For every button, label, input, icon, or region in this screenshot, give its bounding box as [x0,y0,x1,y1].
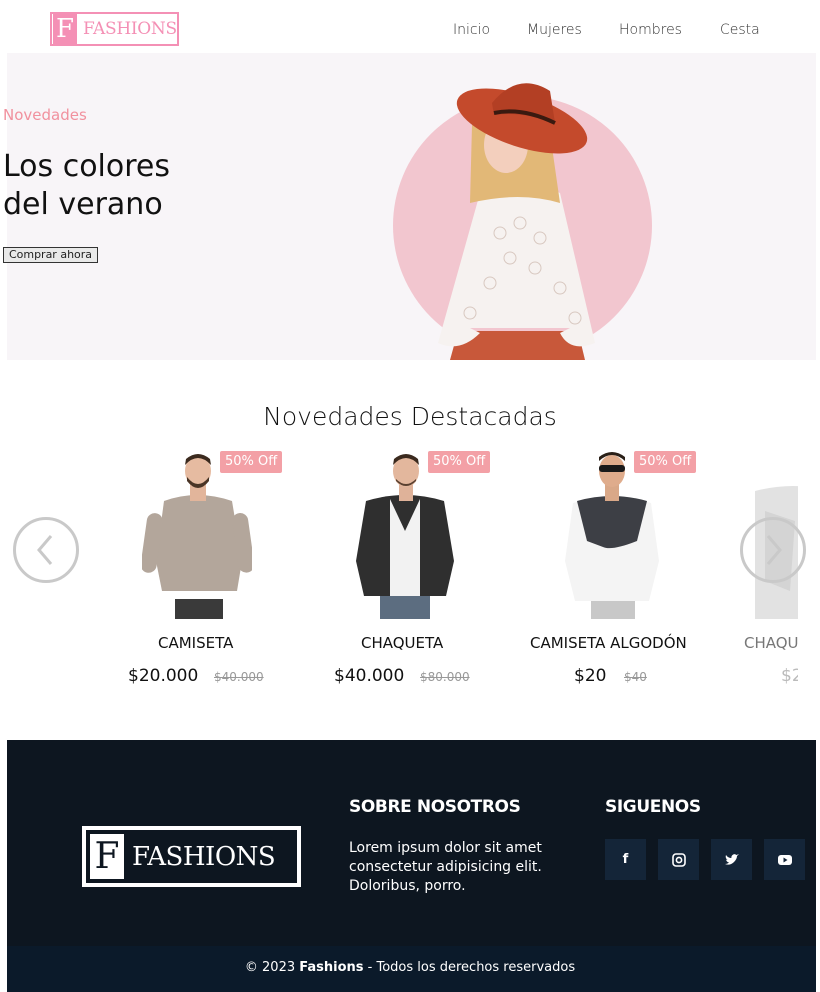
product-price: $20.000 [128,666,199,686]
product-image [356,454,454,619]
footer-logo[interactable]: F FASHIONS [82,826,301,887]
about-title: SOBRE NOSOTROS [349,797,521,817]
nav-hombres[interactable]: Hombres [619,22,682,38]
facebook-icon: f [622,852,629,867]
twitter-button[interactable] [711,839,752,880]
copyright-suffix: - Todos los derechos reservados [363,960,576,975]
section-title: Novedades Destacadas [263,402,557,431]
product-name: CAMISETA [158,634,234,652]
facebook-button[interactable]: f [605,839,646,880]
footer-logo-letter: F [90,834,124,879]
product-name: CHAQU [744,634,798,652]
product-old-price: $40 [624,670,647,684]
nav-mujeres[interactable]: Mujeres [527,22,582,38]
product-old-price: $40.000 [214,670,264,684]
nav-inicio[interactable]: Inicio [453,22,490,38]
hero-title: Los colores del verano [3,148,170,224]
chevron-right-icon [766,535,782,565]
logo-letter: F [53,14,77,44]
discount-badge: 50% Off [220,451,283,473]
product-price: $2 [781,666,798,686]
hero-title-line2: del verano [3,187,163,222]
product-image [565,452,659,619]
hero-kicker: Novedades [3,106,87,124]
next-arrow-button[interactable] [740,517,806,583]
instagram-icon [671,852,686,867]
youtube-button[interactable] [764,839,805,880]
nav-cesta[interactable]: Cesta [720,22,760,38]
product-price: $20 [574,666,607,686]
product-old-price: $80.000 [420,670,470,684]
product-image [142,454,252,619]
product-price: $40.000 [334,666,405,686]
chevron-left-icon [37,535,53,565]
youtube-icon [777,854,792,865]
about-text: Lorem ipsum dolor sit amet consectetur a… [349,840,542,894]
hero-title-line1: Los colores [3,149,171,184]
discount-badge: 50% Off [634,451,697,473]
copyright-prefix: © 2023 [244,960,300,975]
product-name: CHAQUETA [361,634,444,652]
copyright: © 2023 Fashions - Todos los derechos res… [0,960,820,975]
shop-now-button[interactable]: Comprar ahora [3,247,98,263]
footer-logo-name: FASHIONS [132,841,276,872]
copyright-brand: Fashions [299,960,364,975]
discount-badge: 50% Off [428,451,491,473]
twitter-icon [724,853,739,865]
prev-arrow-button[interactable] [13,517,79,583]
brand-logo[interactable]: F FASHIONS [50,12,179,46]
product-name: CAMISETA ALGODÓN [530,634,687,652]
follow-title: SIGUENOS [605,797,701,817]
hero-model-image [438,83,595,360]
instagram-button[interactable] [658,839,699,880]
logo-name: FASHIONS [83,19,177,39]
